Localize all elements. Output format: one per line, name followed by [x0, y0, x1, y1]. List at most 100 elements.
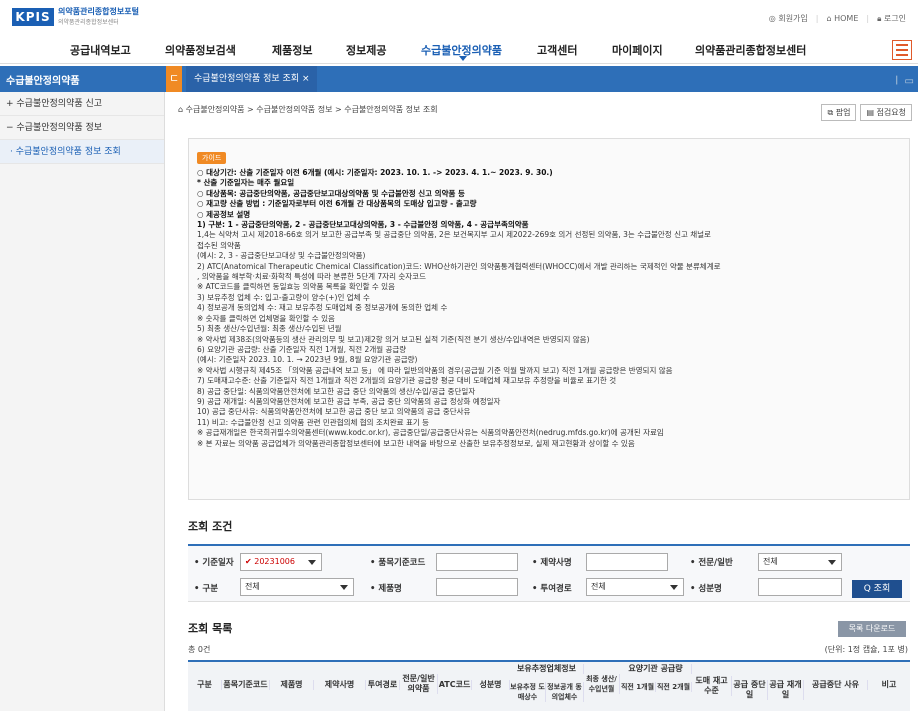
pro-select[interactable]: 전체: [758, 553, 842, 571]
guide-line: 접수된 의약품: [197, 240, 241, 250]
guide-line: 4) 정보공개 동의업체 수: 재고 보유추정 도매업체 중 정보공개에 동의한…: [197, 303, 448, 313]
ingredient-input[interactable]: [758, 578, 842, 596]
gnb-drug-search[interactable]: 의약품정보검색: [165, 42, 236, 58]
col-supply-group: 요양기관 공급량: [620, 664, 692, 674]
col-atc[interactable]: ATC코드: [438, 680, 472, 690]
label-product: • 제품명: [370, 584, 402, 594]
label-maker: • 제약사명: [532, 558, 572, 568]
guide-line: ○ 대상품목: 공급중단의약품, 공급중단보고대상의약품 및 수급불안정 신고 …: [197, 188, 465, 198]
gnb-supply-report[interactable]: 공급내역보고: [70, 42, 131, 58]
signup-label: 회원가입: [778, 14, 808, 23]
download-list-button[interactable]: 목록 다운로드: [838, 621, 906, 637]
guide-line: ※ 약사법 제38조(의약품등의 생산 관리의무 및 보고)제2항 의거 보고된…: [197, 334, 590, 344]
result-table-header: 구분 품목기준코드 제품명 제약사명 투여경로 전문/일반 의약품 ATC코드 …: [188, 660, 910, 711]
guide-line: (예시: 기준일자 2023. 10. 1. → 2023년 9월, 8월 요양…: [197, 355, 418, 365]
login-link[interactable]: 🔒︎ 로그인: [877, 13, 906, 24]
guide-line: ○ 재고량 산출 방법 : 기준일자로부터 이전 6개월 간 대상품목의 도매상…: [197, 199, 477, 209]
page-tools: ⧉ 팝업 ▤ 점검요청: [821, 104, 912, 121]
sidebar-item-info-view[interactable]: · 수급불안정의약품 정보 조회: [0, 140, 164, 164]
result-count: 총 0건: [188, 645, 211, 654]
sidebar: + 수급불안정의약품 신고 − 수급불안정의약품 정보 · 수급불안정의약품 정…: [0, 92, 165, 711]
col-note[interactable]: 비고: [868, 680, 910, 690]
col-code[interactable]: 품목기준코드: [222, 680, 270, 690]
col-stop-date[interactable]: 공급 중단일: [732, 680, 768, 700]
guide-lines: ○ 대상기간: 산출 기준일자 이전 6개월 (예시: 기준일자: 2023. …: [197, 168, 901, 449]
guide-line: 9) 공급 재개일: 식품의약품안전처에 보고한 공급 부족, 공급 중단 의약…: [197, 396, 501, 406]
code-input[interactable]: [436, 553, 518, 571]
guide-line: ○ 제공정보 설명: [197, 209, 251, 219]
guide-line: ※ 숫자를 클릭하면 업체명을 확인할 수 있음: [197, 313, 335, 323]
divider: |: [815, 14, 819, 23]
sidebar-item-report[interactable]: + 수급불안정의약품 신고: [0, 92, 164, 116]
guide-line: 3) 보유추정 업체 수: 입고-출고량이 양수(+)인 업체 수: [197, 292, 370, 302]
sidebar-item-info[interactable]: − 수급불안정의약품 정보: [0, 116, 164, 140]
gnb-mypage[interactable]: 마이페이지: [612, 42, 663, 58]
label-route: • 투여경로: [532, 584, 572, 594]
home-label: HOME: [834, 14, 859, 23]
divider: |: [866, 14, 870, 23]
col-stop-reason[interactable]: 공급중단 사유: [804, 680, 868, 690]
gnb-customer-center[interactable]: 고객센터: [537, 42, 577, 58]
search-button[interactable]: Q 조회: [852, 580, 902, 598]
product-input[interactable]: [436, 578, 518, 596]
col-holder-count[interactable]: 보유추정 도매상수: [510, 682, 546, 702]
top-header: KPIS 의약품관리종합정보포털 의약품관리종합정보센터 ◎ 회원가입 | ⌂ …: [0, 0, 918, 36]
hamburger-menu-button[interactable]: [892, 40, 912, 60]
list-title: 조회 목록: [188, 622, 233, 635]
popup-button[interactable]: ⧉ 팝업: [821, 104, 857, 121]
search-title: 조회 조건: [188, 520, 233, 533]
col-prev2[interactable]: 직전 2개월: [656, 682, 692, 692]
guide-line: ○ 대상기간: 산출 기준일자 이전 6개월 (예시: 기준일자: 2023. …: [197, 168, 553, 177]
col-type[interactable]: 구분: [188, 680, 222, 690]
tab-bar: 수급불안정의약품 ㄷ 수급불안정의약품 정보 조회 × ㅣ ▭: [0, 66, 918, 92]
col-consent-count[interactable]: 정보공개 동의업체수: [546, 682, 584, 702]
guide-line: 10) 공급 중단사유: 식품의약품안전처에 보고한 공급 중단 보고 의약품의…: [197, 407, 471, 417]
col-last-prod[interactable]: 최종 생산/수입년월: [584, 674, 620, 694]
col-resume-date[interactable]: 공급 재개일: [768, 680, 804, 700]
col-product[interactable]: 제품명: [270, 680, 314, 690]
site-subtitle: 의약품관리종합정보센터: [58, 19, 119, 26]
home-tab-icon[interactable]: ㄷ: [166, 66, 182, 92]
route-select[interactable]: 전체: [586, 578, 684, 596]
guide-line: 11) 비고: 수급불안정 신고 의약품 관련 민관협의체 협의 조치완료 표기…: [197, 417, 430, 427]
active-caret-icon: [459, 56, 467, 61]
login-label: 로그인: [883, 14, 906, 23]
col-pro[interactable]: 전문/일반 의약품: [400, 674, 438, 694]
guide-line: 7) 도매재고수준: 산출 기준일자 직전 1개월과 직전 2개월의 요양기관 …: [197, 376, 617, 386]
gnb-product-info[interactable]: 제품정보: [272, 42, 312, 58]
type-select[interactable]: 전체: [240, 578, 354, 596]
col-holder-group: 보유추정업체정보: [510, 664, 584, 674]
label-ingredient: • 성분명: [690, 584, 722, 594]
maker-input[interactable]: [586, 553, 668, 571]
gnb-info-provide[interactable]: 정보제공: [346, 42, 386, 58]
guide-line: ※ 공급재개일은 한국희귀필수의약품센터(www.kodc.or.kr), 공급…: [197, 428, 664, 438]
home-link[interactable]: ⌂ HOME: [826, 14, 858, 23]
unit-note: (단위: 1정 캡슐, 1포 병): [824, 645, 908, 654]
site-logo[interactable]: KPIS: [12, 8, 54, 26]
col-prev1[interactable]: 직전 1개월: [620, 682, 656, 692]
guide-line: 1,4는 식약처 고시 제2018-66호 의거 보고한 공급부족 및 공급중단…: [197, 230, 711, 240]
utility-links: ◎ 회원가입 | ⌂ HOME | 🔒︎ 로그인: [769, 13, 906, 24]
guide-line: (예시: 2, 3 - 공급중단보고대상 및 수급불안정의약품): [197, 251, 366, 261]
label-date: • 기준일자: [194, 558, 234, 568]
search-panel: • 기준일자 ✔ 20231006 • 품목기준코드 • 제약사명 • 전문/일…: [188, 544, 910, 602]
check-request-button[interactable]: ▤ 점검요청: [860, 104, 912, 121]
label-pro: • 전문/일반: [690, 558, 733, 568]
col-stock-level[interactable]: 도매 재고수준: [692, 676, 732, 696]
site-title: 의약품관리종합정보포털: [58, 7, 139, 16]
signup-link[interactable]: ◎ 회원가입: [769, 13, 808, 24]
label-type: • 구분: [194, 584, 219, 594]
guide-line: 2) ATC(Anatomical Therapeutic Chemical C…: [197, 261, 721, 271]
col-maker[interactable]: 제약사명: [314, 680, 366, 690]
tab-supply-info[interactable]: 수급불안정의약품 정보 조회 ×: [186, 66, 318, 92]
tab-tools-icon[interactable]: ㅣ ▭: [892, 72, 914, 87]
guide-line: 1) 구분: 1 - 공급중단의약품, 2 - 공급중단보고대상의약품, 3 -…: [197, 220, 529, 230]
date-select[interactable]: ✔ 20231006: [240, 553, 322, 571]
col-ingredient[interactable]: 성분명: [472, 680, 510, 690]
col-route[interactable]: 투여경로: [366, 680, 400, 690]
guide-line: ※ ATC코드를 클릭하면 동일효능 의약품 목록을 확인할 수 있음: [197, 282, 395, 292]
gnb-center[interactable]: 의약품관리종합정보센터: [695, 42, 806, 58]
popup-label: 팝업: [835, 108, 851, 117]
guide-line: ※ 본 자료는 의약품 공급업체가 의약품관리종합정보센터에 보고한 내역을 바…: [197, 438, 635, 448]
guide-line: 5) 최종 생산/수입년월: 최종 생산/수입된 년월: [197, 324, 342, 334]
